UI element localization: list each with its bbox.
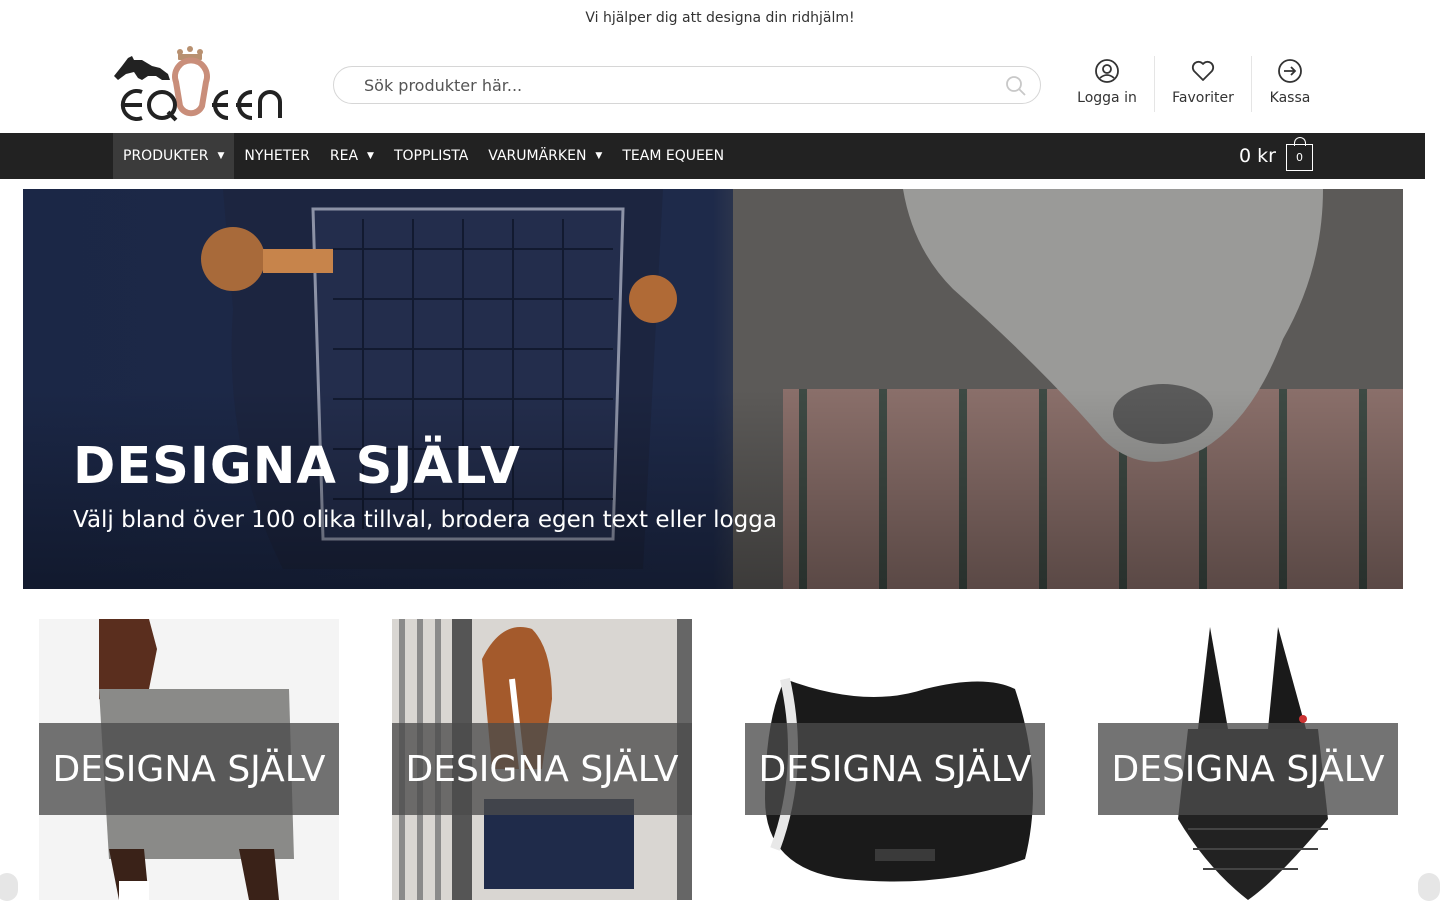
cart-button[interactable]: 0 kr 0 xyxy=(1239,133,1313,179)
caret-down-icon: ▼ xyxy=(595,151,603,161)
heart-icon xyxy=(1191,60,1215,81)
announcement-bar: Vi hjälper dig att designa din ridhjälm! xyxy=(0,0,1440,36)
nav-label: NYHETER xyxy=(244,148,310,164)
nav-label: VARUMÄRKEN xyxy=(488,148,587,164)
nav-item-team-equeen[interactable]: TEAM EQUEEN xyxy=(612,133,734,179)
nav-item-rea[interactable]: REA ▼ xyxy=(320,133,384,179)
category-band: DESIGNA SJÄLV xyxy=(392,723,692,815)
nav-label: TEAM EQUEEN xyxy=(622,148,725,164)
arrow-circle-icon xyxy=(1278,59,1302,83)
favorites-button[interactable]: Favoriter xyxy=(1162,58,1244,114)
hero-title: DESIGNA SJÄLV xyxy=(73,437,521,496)
favorites-label: Favoriter xyxy=(1172,90,1234,106)
divider xyxy=(1154,56,1155,112)
main-nav: PRODUKTER ▼ NYHETER REA ▼ TOPPLISTA VARU… xyxy=(0,133,1425,179)
category-tile[interactable]: DESIGNA SJÄLV xyxy=(1098,619,1398,900)
caret-down-icon: ▼ xyxy=(367,151,374,161)
logo[interactable] xyxy=(112,46,284,122)
nav-label: REA xyxy=(329,148,359,164)
category-tile[interactable]: DESIGNA SJÄLV xyxy=(392,619,692,900)
category-label: DESIGNA SJÄLV xyxy=(758,748,1032,790)
nav-item-produkter[interactable]: PRODUKTER ▼ xyxy=(113,133,235,179)
hero-subtitle: Välj bland över 100 olika tillval, brode… xyxy=(73,507,777,533)
cart-total: 0 kr xyxy=(1239,145,1276,167)
carousel-next-button[interactable] xyxy=(1418,873,1440,901)
nav-item-nyheter[interactable]: NYHETER xyxy=(234,133,320,179)
caret-down-icon: ▼ xyxy=(217,151,225,161)
nav-label: TOPPLISTA xyxy=(393,148,469,164)
nav-item-varumarken[interactable]: VARUMÄRKEN ▼ xyxy=(478,133,612,179)
checkout-button[interactable]: Kassa xyxy=(1258,58,1322,114)
nav-item-topplista[interactable]: TOPPLISTA xyxy=(384,133,478,179)
login-label: Logga in xyxy=(1077,90,1137,106)
category-band: DESIGNA SJÄLV xyxy=(745,723,1045,815)
category-label: DESIGNA SJÄLV xyxy=(1111,748,1385,790)
hero-banner[interactable]: DESIGNA SJÄLV Välj bland över 100 olika … xyxy=(23,189,1403,589)
cart-count: 0 xyxy=(1296,151,1303,164)
login-button[interactable]: Logga in xyxy=(1068,58,1146,114)
site-header: Logga in Favoriter Kassa xyxy=(0,36,1440,133)
divider xyxy=(1251,56,1252,112)
category-label: DESIGNA SJÄLV xyxy=(405,748,679,790)
shopping-bag-icon: 0 xyxy=(1286,137,1313,171)
equeen-logo-icon xyxy=(114,46,282,122)
category-band: DESIGNA SJÄLV xyxy=(1098,723,1398,815)
category-label: DESIGNA SJÄLV xyxy=(52,748,326,790)
search-input[interactable] xyxy=(364,75,984,95)
user-icon xyxy=(1095,59,1119,83)
category-tile[interactable]: DESIGNA SJÄLV xyxy=(745,619,1045,900)
search-bar xyxy=(333,66,1041,104)
nav-label: PRODUKTER xyxy=(123,148,209,164)
announcement-text: Vi hjälper dig att designa din ridhjälm! xyxy=(585,10,855,26)
carousel-prev-button[interactable] xyxy=(0,873,18,901)
search-icon[interactable] xyxy=(1004,74,1028,98)
category-band: DESIGNA SJÄLV xyxy=(39,723,339,815)
checkout-label: Kassa xyxy=(1269,90,1311,106)
category-tile[interactable]: DESIGNA SJÄLV xyxy=(39,619,339,900)
